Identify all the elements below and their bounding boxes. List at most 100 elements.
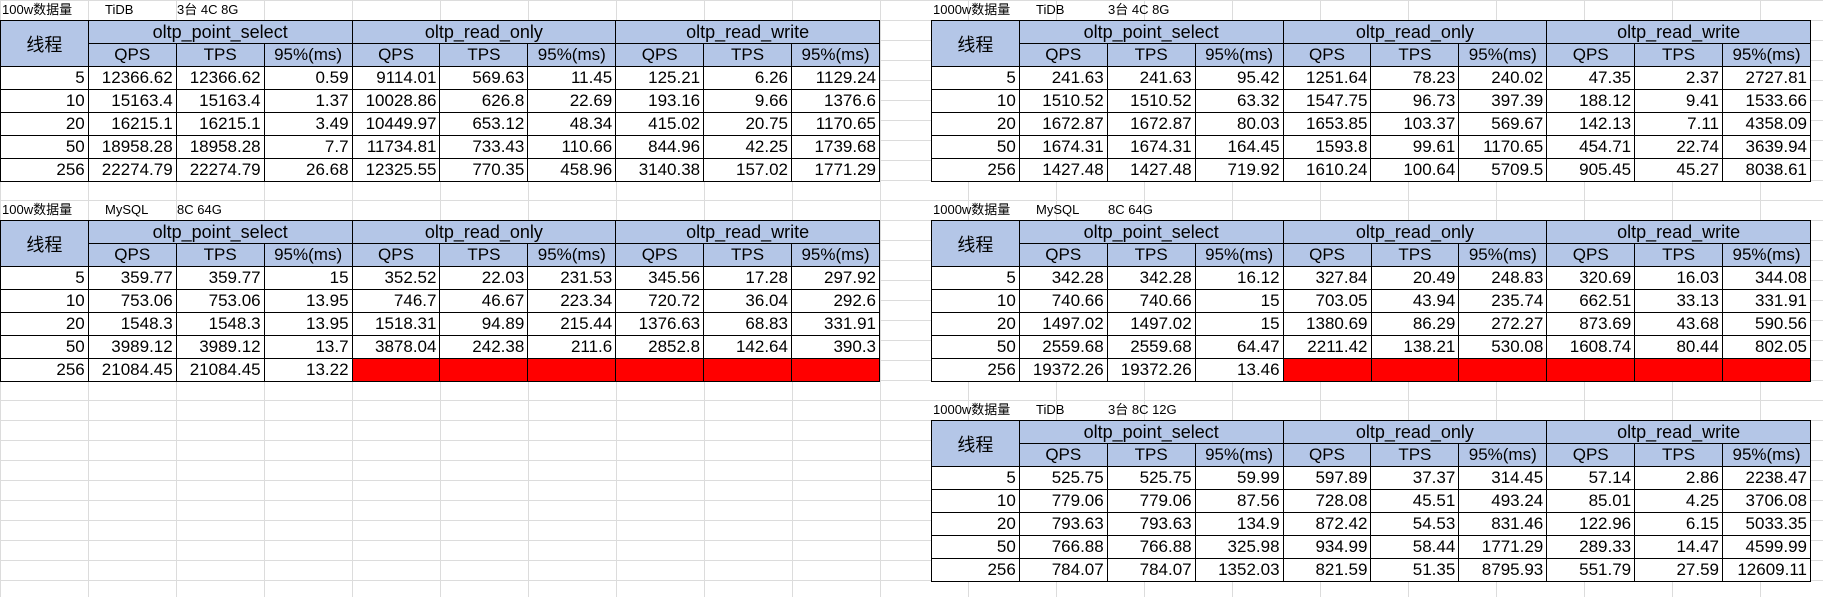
- data-cell[interactable]: 241.63: [1106, 66, 1196, 90]
- data-cell[interactable]: 43.68: [1634, 312, 1724, 336]
- data-cell[interactable]: 215.44: [527, 312, 617, 336]
- data-cell[interactable]: 390.3: [790, 335, 881, 359]
- data-cell[interactable]: 766.88: [1106, 535, 1196, 559]
- data-cell[interactable]: 569.67: [1458, 112, 1548, 136]
- data-cell[interactable]: 1739.68: [790, 135, 881, 159]
- data-cell[interactable]: 18958.28: [87, 135, 177, 159]
- data-cell[interactable]: 1548.3: [87, 312, 177, 336]
- data-cell[interactable]: 320.69: [1546, 266, 1636, 290]
- data-cell[interactable]: 662.51: [1546, 289, 1636, 313]
- data-cell[interactable]: 2559.68: [1018, 335, 1108, 359]
- data-cell[interactable]: 142.13: [1546, 112, 1636, 136]
- data-cell[interactable]: 80.44: [1634, 335, 1724, 359]
- data-cell[interactable]: 21084.45: [175, 358, 265, 382]
- data-cell[interactable]: 653.12: [439, 112, 529, 136]
- data-cell[interactable]: 3.49: [263, 112, 353, 136]
- data-cell[interactable]: 21084.45: [87, 358, 177, 382]
- data-cell[interactable]: 48.34: [527, 112, 617, 136]
- data-cell[interactable]: 1653.85: [1282, 112, 1372, 136]
- data-cell[interactable]: 64.47: [1194, 335, 1284, 359]
- data-cell[interactable]: 235.74: [1458, 289, 1548, 313]
- data-cell[interactable]: 831.46: [1458, 512, 1548, 536]
- data-cell[interactable]: 138.21: [1370, 335, 1460, 359]
- data-cell[interactable]: 1.37: [263, 89, 353, 113]
- data-cell[interactable]: 525.75: [1106, 466, 1196, 490]
- thread-count-cell[interactable]: 256: [931, 558, 1020, 582]
- missing-data-cell[interactable]: [1282, 358, 1372, 382]
- data-cell[interactable]: 15163.4: [175, 89, 265, 113]
- data-cell[interactable]: 345.56: [615, 266, 705, 290]
- data-cell[interactable]: 9.41: [1634, 89, 1723, 113]
- data-cell[interactable]: 9114.01: [351, 66, 441, 90]
- thread-count-cell[interactable]: 50: [931, 135, 1020, 159]
- data-cell[interactable]: 3989.12: [175, 335, 265, 359]
- data-cell[interactable]: 397.39: [1458, 89, 1548, 113]
- thread-count-cell[interactable]: 20: [931, 112, 1020, 136]
- data-cell[interactable]: 4358.09: [1721, 112, 1812, 136]
- data-cell[interactable]: 314.45: [1458, 466, 1548, 490]
- data-cell[interactable]: 821.59: [1282, 558, 1372, 582]
- data-cell[interactable]: 13.95: [263, 312, 353, 336]
- data-cell[interactable]: 16215.1: [87, 112, 177, 136]
- missing-data-cell[interactable]: [790, 358, 881, 382]
- data-cell[interactable]: 1497.02: [1018, 312, 1108, 336]
- missing-data-cell[interactable]: [1546, 358, 1636, 382]
- data-cell[interactable]: 13.46: [1194, 358, 1284, 382]
- data-cell[interactable]: 16215.1: [175, 112, 265, 136]
- data-cell[interactable]: 6.26: [703, 66, 792, 90]
- data-cell[interactable]: 211.6: [527, 335, 617, 359]
- data-cell[interactable]: 7.7: [263, 135, 353, 159]
- thread-count-cell[interactable]: 256: [0, 158, 89, 182]
- data-cell[interactable]: 1251.64: [1282, 66, 1372, 90]
- data-cell[interactable]: 94.89: [439, 312, 529, 336]
- data-cell[interactable]: 289.33: [1546, 535, 1636, 559]
- data-cell[interactable]: 96.73: [1370, 89, 1460, 113]
- data-cell[interactable]: 905.45: [1546, 158, 1636, 182]
- data-cell[interactable]: 342.28: [1106, 266, 1196, 290]
- data-cell[interactable]: 86.29: [1370, 312, 1460, 336]
- data-cell[interactable]: 15: [1194, 289, 1284, 313]
- data-cell[interactable]: 1497.02: [1106, 312, 1196, 336]
- data-cell[interactable]: 493.24: [1458, 489, 1548, 513]
- data-cell[interactable]: 719.92: [1194, 158, 1284, 182]
- data-cell[interactable]: 10028.86: [351, 89, 441, 113]
- data-cell[interactable]: 1593.8: [1282, 135, 1372, 159]
- data-cell[interactable]: 46.67: [439, 289, 529, 313]
- thread-count-cell[interactable]: 256: [931, 158, 1020, 182]
- data-cell[interactable]: 16.03: [1634, 266, 1724, 290]
- data-cell[interactable]: 784.07: [1106, 558, 1196, 582]
- missing-data-cell[interactable]: [1370, 358, 1460, 382]
- data-cell[interactable]: 359.77: [175, 266, 265, 290]
- data-cell[interactable]: 11.45: [527, 66, 617, 90]
- thread-count-cell[interactable]: 20: [931, 512, 1020, 536]
- data-cell[interactable]: 19372.26: [1018, 358, 1108, 382]
- data-cell[interactable]: 2559.68: [1106, 335, 1196, 359]
- data-cell[interactable]: 1771.29: [1458, 535, 1548, 559]
- data-cell[interactable]: 1672.87: [1018, 112, 1108, 136]
- data-cell[interactable]: 525.75: [1018, 466, 1108, 490]
- data-cell[interactable]: 12325.55: [351, 158, 441, 182]
- data-cell[interactable]: 10449.97: [351, 112, 441, 136]
- data-cell[interactable]: 551.79: [1546, 558, 1636, 582]
- data-cell[interactable]: 415.02: [615, 112, 705, 136]
- data-cell[interactable]: 1376.63: [615, 312, 705, 336]
- data-cell[interactable]: 54.53: [1370, 512, 1460, 536]
- missing-data-cell[interactable]: [1722, 358, 1811, 382]
- data-cell[interactable]: 45.27: [1634, 158, 1723, 182]
- data-cell[interactable]: 1129.24: [790, 66, 881, 90]
- data-cell[interactable]: 5709.5: [1458, 158, 1548, 182]
- data-cell[interactable]: 2.86: [1634, 466, 1723, 490]
- data-cell[interactable]: 342.28: [1018, 266, 1108, 290]
- data-cell[interactable]: 164.45: [1194, 135, 1284, 159]
- thread-count-cell[interactable]: 10: [0, 89, 89, 113]
- data-cell[interactable]: 11734.81: [351, 135, 441, 159]
- data-cell[interactable]: 779.06: [1106, 489, 1196, 513]
- data-cell[interactable]: 597.89: [1282, 466, 1372, 490]
- missing-data-cell[interactable]: [527, 358, 617, 382]
- data-cell[interactable]: 231.53: [527, 266, 617, 290]
- data-cell[interactable]: 15: [1194, 312, 1284, 336]
- data-cell[interactable]: 134.9: [1194, 512, 1284, 536]
- data-cell[interactable]: 352.52: [351, 266, 441, 290]
- data-cell[interactable]: 3989.12: [87, 335, 177, 359]
- data-cell[interactable]: 240.02: [1458, 66, 1548, 90]
